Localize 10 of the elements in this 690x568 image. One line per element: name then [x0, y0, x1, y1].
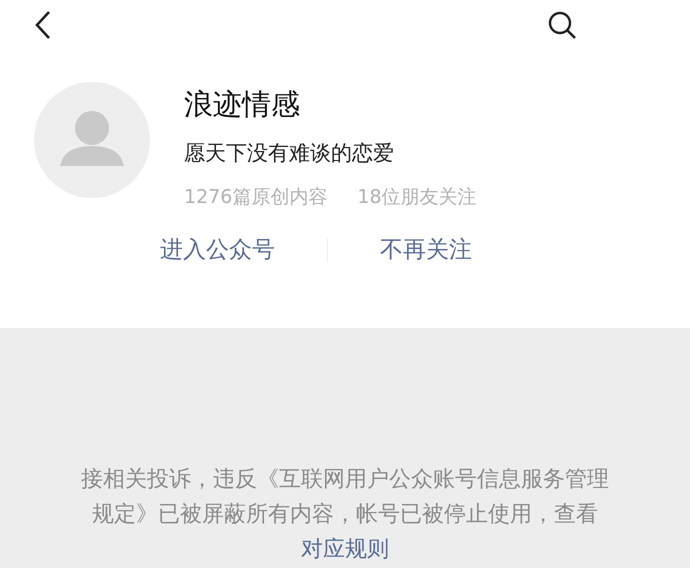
search-icon[interactable] — [547, 10, 577, 40]
action-link[interactable]: 进入公众号 — [160, 233, 275, 267]
back-icon[interactable] — [34, 10, 52, 40]
account-name: 浪迹情感 — [184, 86, 301, 123]
action-link[interactable]: 不再关注 — [380, 233, 472, 267]
account-stat: 1276篇原创内容 — [184, 185, 328, 210]
account-stat: 18位朋友关注 — [357, 185, 477, 210]
account-motto: 愿天下没有难谈的恋爱 — [184, 140, 395, 167]
rules-link[interactable]: 对应规则 — [301, 537, 389, 562]
notice-text: 接相关投诉，违反《互联网用户公众账号信息服务管理规定》已被屏蔽所有内容，帐号已被停止使用，查看 对应规则 — [80, 466, 610, 564]
